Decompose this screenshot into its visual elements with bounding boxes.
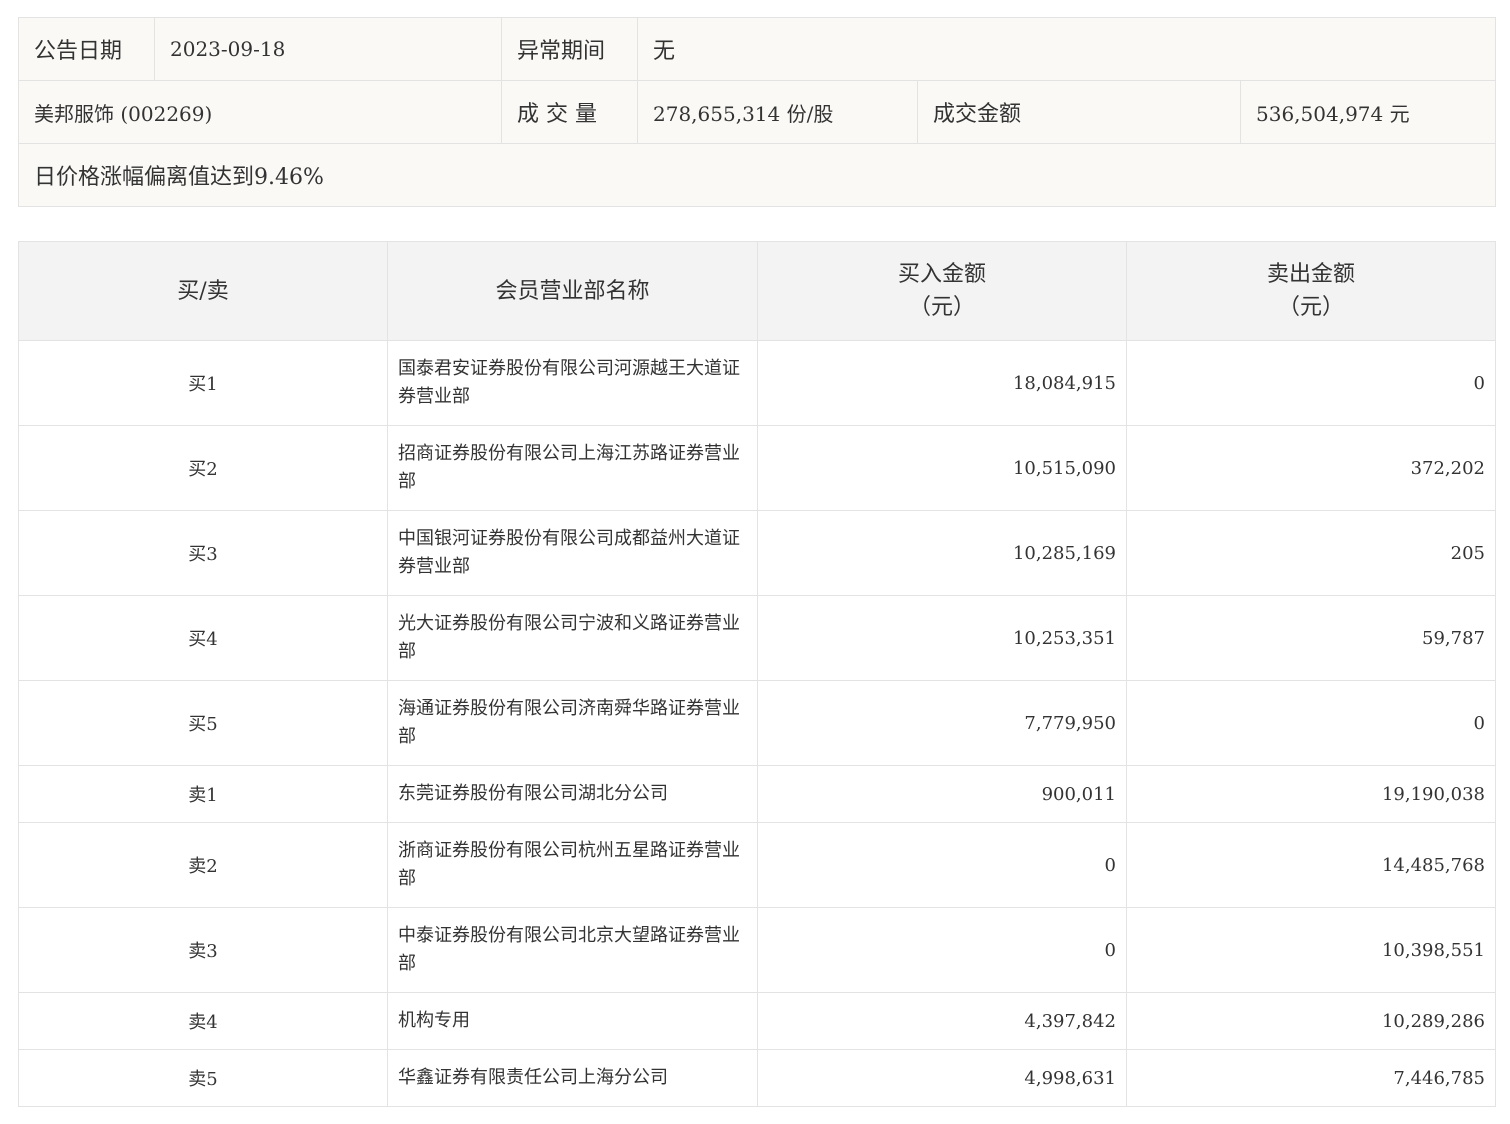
side-cell: 买3: [18, 510, 388, 596]
reason-text: 日价格涨幅偏离值达到9.46%: [18, 143, 1496, 207]
turnover-value: 536,504,974 元: [1240, 80, 1496, 144]
table-row: 卖2 浙商证券股份有限公司杭州五星路证券营业部 0 14,485,768: [18, 822, 1496, 908]
table-row: 卖5 华鑫证券有限责任公司上海分公司 4,998,631 7,446,785: [18, 1049, 1496, 1107]
buy-amount-cell: 10,515,090: [757, 425, 1127, 511]
side-cell: 买4: [18, 595, 388, 681]
table-row: 买1 国泰君安证券股份有限公司河源越王大道证券营业部 18,084,915 0: [18, 340, 1496, 426]
sell-amount-cell: 10,398,551: [1126, 907, 1496, 993]
table-row: 买3 中国银河证券股份有限公司成都益州大道证券营业部 10,285,169 20…: [18, 510, 1496, 596]
side-cell: 买5: [18, 680, 388, 766]
sell-amount-cell: 19,190,038: [1126, 765, 1496, 823]
sell-amount-cell: 0: [1126, 680, 1496, 766]
buy-amount-cell: 900,011: [757, 765, 1127, 823]
sell-amount-cell: 14,485,768: [1126, 822, 1496, 908]
header-sell: 卖出金额 （元）: [1126, 241, 1496, 341]
trading-seats-table: 买/卖 会员营业部名称 买入金额 （元） 卖出金额 （元） 买1 国泰君安证券股…: [18, 241, 1496, 1107]
buy-amount-cell: 7,779,950: [757, 680, 1127, 766]
table-row: 卖4 机构专用 4,397,842 10,289,286: [18, 992, 1496, 1050]
buy-amount-cell: 4,998,631: [757, 1049, 1127, 1107]
member-name-cell: 招商证券股份有限公司上海江苏路证券营业部: [387, 425, 758, 511]
member-name-cell: 中泰证券股份有限公司北京大望路证券营业部: [387, 907, 758, 993]
member-name-cell: 机构专用: [387, 992, 758, 1050]
table-row: 卖3 中泰证券股份有限公司北京大望路证券营业部 0 10,398,551: [18, 907, 1496, 993]
stock-name: 美邦服饰 (002269): [18, 80, 502, 144]
abnormal-period-label: 异常期间: [501, 17, 638, 81]
table-row: 买4 光大证券股份有限公司宁波和义路证券营业部 10,253,351 59,78…: [18, 595, 1496, 681]
header-sell-label: 卖出金额: [1266, 262, 1355, 287]
side-cell: 买2: [18, 425, 388, 511]
buy-amount-cell: 18,084,915: [757, 340, 1127, 426]
table-row: 买2 招商证券股份有限公司上海江苏路证券营业部 10,515,090 372,2…: [18, 425, 1496, 511]
info-row: 公告日期 2023-09-18 异常期间 无: [18, 17, 1496, 81]
stock-info-table: 公告日期 2023-09-18 异常期间 无 美邦服饰 (002269) 成 交…: [18, 17, 1496, 207]
sell-amount-cell: 59,787: [1126, 595, 1496, 681]
sell-amount-cell: 205: [1126, 510, 1496, 596]
member-name-cell: 光大证券股份有限公司宁波和义路证券营业部: [387, 595, 758, 681]
table-row: 卖1 东莞证券股份有限公司湖北分公司 900,011 19,190,038: [18, 765, 1496, 823]
info-row: 美邦服饰 (002269) 成 交 量 278,655,314 份/股 成交金额…: [18, 80, 1496, 144]
table-row: 买5 海通证券股份有限公司济南舜华路证券营业部 7,779,950 0: [18, 680, 1496, 766]
header-buy-unit: （元）: [908, 295, 975, 320]
volume-value: 278,655,314 份/股: [637, 80, 918, 144]
sell-amount-cell: 0: [1126, 340, 1496, 426]
buy-amount-cell: 10,253,351: [757, 595, 1127, 681]
header-member: 会员营业部名称: [387, 241, 758, 341]
sell-amount-cell: 372,202: [1126, 425, 1496, 511]
abnormal-period-value: 无: [637, 17, 1496, 81]
sell-amount-cell: 7,446,785: [1126, 1049, 1496, 1107]
member-name-cell: 中国银河证券股份有限公司成都益州大道证券营业部: [387, 510, 758, 596]
volume-label: 成 交 量: [501, 80, 638, 144]
header-buy-label: 买入金额: [897, 262, 986, 287]
turnover-label: 成交金额: [917, 80, 1241, 144]
side-cell: 买1: [18, 340, 388, 426]
side-cell: 卖2: [18, 822, 388, 908]
side-cell: 卖4: [18, 992, 388, 1050]
announce-date-value: 2023-09-18: [154, 17, 502, 81]
header-side: 买/卖: [18, 241, 388, 341]
member-name-cell: 海通证券股份有限公司济南舜华路证券营业部: [387, 680, 758, 766]
buy-amount-cell: 10,285,169: [757, 510, 1127, 596]
sell-amount-cell: 10,289,286: [1126, 992, 1496, 1050]
header-sell-unit: （元）: [1277, 295, 1344, 320]
table-header-row: 买/卖 会员营业部名称 买入金额 （元） 卖出金额 （元）: [18, 241, 1496, 341]
member-name-cell: 国泰君安证券股份有限公司河源越王大道证券营业部: [387, 340, 758, 426]
side-cell: 卖3: [18, 907, 388, 993]
info-row: 日价格涨幅偏离值达到9.46%: [18, 143, 1496, 207]
member-name-cell: 东莞证券股份有限公司湖北分公司: [387, 765, 758, 823]
member-name-cell: 浙商证券股份有限公司杭州五星路证券营业部: [387, 822, 758, 908]
member-name-cell: 华鑫证券有限责任公司上海分公司: [387, 1049, 758, 1107]
header-buy: 买入金额 （元）: [757, 241, 1127, 341]
side-cell: 卖5: [18, 1049, 388, 1107]
announce-date-label: 公告日期: [18, 17, 155, 81]
buy-amount-cell: 0: [757, 822, 1127, 908]
buy-amount-cell: 0: [757, 907, 1127, 993]
side-cell: 卖1: [18, 765, 388, 823]
buy-amount-cell: 4,397,842: [757, 992, 1127, 1050]
